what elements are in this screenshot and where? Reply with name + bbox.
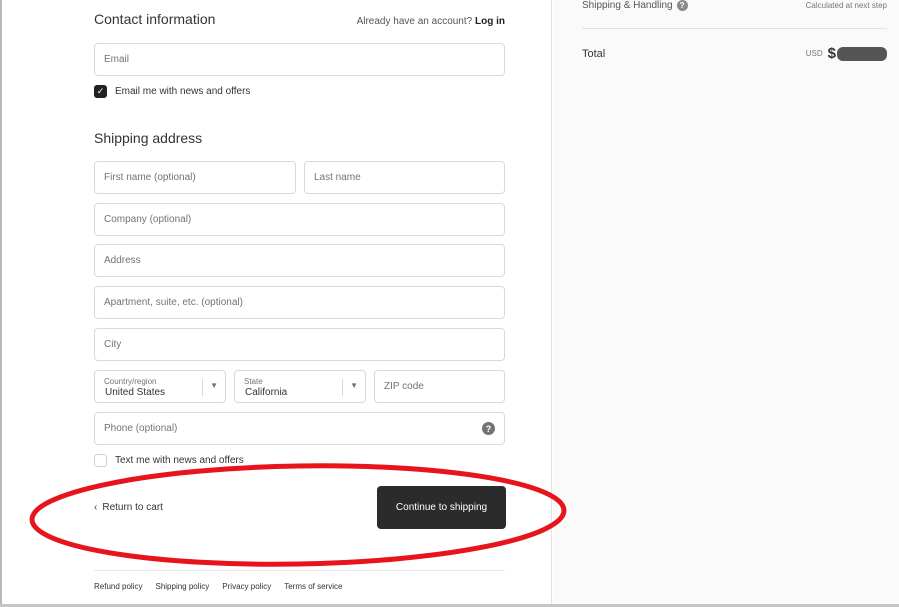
shipping-title: Shipping address: [94, 130, 203, 146]
footer-divider: [94, 570, 505, 571]
text-news-label: Text me with news and offers: [115, 455, 244, 466]
total-amount: USD $: [806, 45, 887, 62]
company-field[interactable]: Company (optional): [94, 203, 505, 236]
return-to-cart-label: Return to cart: [102, 502, 163, 513]
zip-placeholder: ZIP code: [384, 381, 424, 392]
order-summary: Shipping & Handling? Calculated at next …: [553, 0, 899, 604]
state-label: State: [244, 377, 263, 386]
apartment-placeholder: Apartment, suite, etc. (optional): [104, 297, 243, 308]
currency-code: USD: [805, 49, 823, 58]
phone-field[interactable]: Phone (optional) ?: [94, 412, 505, 445]
question-circle-icon[interactable]: ?: [676, 0, 688, 11]
footer-link-refund[interactable]: Refund policy: [94, 582, 142, 591]
select-divider: [342, 379, 343, 396]
email-field[interactable]: Email: [94, 43, 505, 76]
text-news-checkbox[interactable]: [94, 454, 107, 467]
phone-placeholder: Phone (optional): [104, 423, 178, 434]
email-news-label: Email me with news and offers: [115, 86, 251, 97]
shipping-handling-value: Calculated at next step: [805, 1, 887, 11]
check-icon: ✓: [96, 86, 105, 96]
contact-header: Contact information Already have an acco…: [94, 11, 505, 27]
state-select[interactable]: State California ▼: [234, 370, 366, 403]
shipping-handling-label: Shipping & Handling: [582, 0, 673, 12]
footer-link-terms[interactable]: Terms of service: [284, 582, 342, 591]
total-label: Total: [582, 47, 606, 60]
login-link[interactable]: Log in: [475, 16, 505, 27]
country-label: Country/region: [104, 377, 157, 386]
state-value: California: [245, 387, 288, 398]
login-prompt: Already have an account? Log in: [356, 16, 505, 27]
continue-to-shipping-button[interactable]: Continue to shipping: [377, 486, 506, 529]
chevron-down-icon: ▼: [210, 381, 218, 390]
country-select[interactable]: Country/region United States ▼: [94, 370, 226, 403]
text-news-checkbox-row[interactable]: Text me with news and offers: [94, 454, 244, 467]
return-to-cart-link[interactable]: ‹ Return to cart: [94, 502, 163, 513]
apartment-field[interactable]: Apartment, suite, etc. (optional): [94, 286, 505, 319]
email-placeholder: Email: [104, 54, 130, 65]
dollar-sign: $: [827, 45, 836, 62]
select-divider: [202, 379, 203, 396]
first-name-placeholder: First name (optional): [104, 172, 196, 183]
last-name-placeholder: Last name: [314, 172, 361, 183]
total-row: Total USD $: [582, 45, 887, 62]
country-value: United States: [105, 387, 166, 398]
company-placeholder: Company (optional): [104, 214, 192, 225]
first-name-field[interactable]: First name (optional): [94, 161, 296, 194]
summary-divider: [582, 28, 887, 29]
last-name-field[interactable]: Last name: [304, 161, 505, 194]
city-placeholder: City: [104, 339, 122, 350]
shipping-handling-row: Shipping & Handling? Calculated at next …: [582, 0, 887, 11]
chevron-left-icon: ‹: [94, 502, 98, 513]
contact-title: Contact information: [94, 11, 216, 27]
shipping-handling-label-wrap: Shipping & Handling?: [582, 0, 688, 11]
zip-field[interactable]: ZIP code: [374, 370, 505, 403]
footer-link-privacy[interactable]: Privacy policy: [222, 582, 271, 591]
address-placeholder: Address: [104, 255, 141, 266]
city-field[interactable]: City: [94, 328, 505, 361]
footer-links: Refund policy Shipping policy Privacy po…: [94, 582, 342, 591]
footer-link-shipping[interactable]: Shipping policy: [155, 582, 209, 591]
chevron-down-icon: ▼: [350, 381, 358, 390]
address-field[interactable]: Address: [94, 244, 505, 277]
email-news-checkbox-row[interactable]: ✓ Email me with news and offers: [94, 85, 250, 98]
question-circle-icon[interactable]: ?: [482, 422, 495, 435]
redacted-total-value: [837, 46, 887, 61]
email-news-checkbox[interactable]: ✓: [94, 85, 107, 98]
checkout-main: Contact information Already have an acco…: [2, 0, 552, 604]
continue-label: Continue to shipping: [395, 502, 488, 513]
